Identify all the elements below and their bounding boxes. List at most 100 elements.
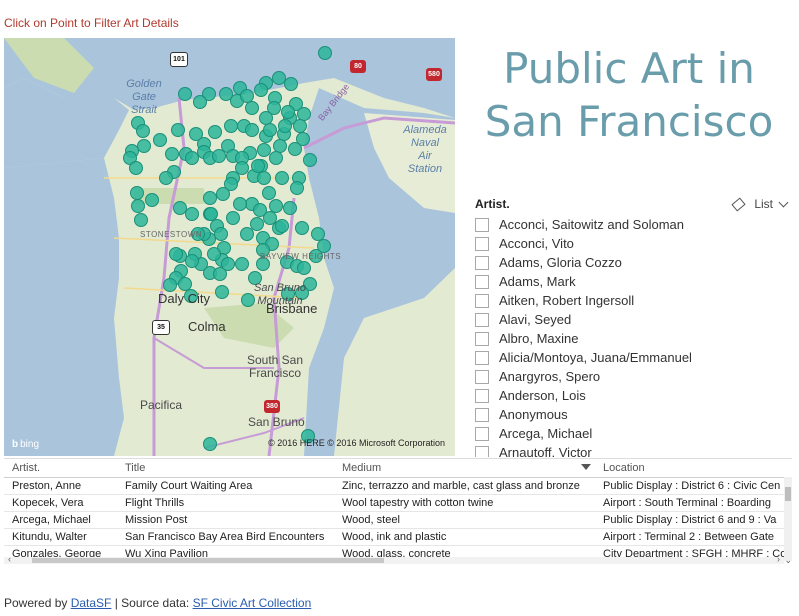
art-location-point[interactable]: [275, 219, 289, 233]
art-location-point[interactable]: [136, 124, 150, 138]
art-location-point[interactable]: [273, 139, 287, 153]
art-location-point[interactable]: [245, 101, 259, 115]
table-row[interactable]: Kopecek, Vera Flight Thrills Wool tapestry…: [4, 495, 784, 512]
art-location-point[interactable]: [284, 77, 298, 91]
art-location-point[interactable]: [173, 201, 187, 215]
art-location-point[interactable]: [295, 221, 309, 235]
art-location-point[interactable]: [171, 123, 185, 137]
art-location-point[interactable]: [212, 149, 226, 163]
slicer-item[interactable]: Arnautoff, Victor: [475, 443, 793, 457]
column-header-medium[interactable]: Medium: [334, 459, 595, 477]
art-location-point[interactable]: [235, 257, 249, 271]
horizontal-scrollbar[interactable]: ‹ ›: [4, 554, 784, 564]
art-location-point[interactable]: [224, 119, 238, 133]
art-location-point[interactable]: [134, 213, 148, 227]
art-location-point[interactable]: [290, 181, 304, 195]
checkbox[interactable]: [475, 217, 489, 232]
art-location-point[interactable]: [226, 211, 240, 225]
art-location-point[interactable]: [224, 177, 238, 191]
art-location-point[interactable]: [297, 107, 311, 121]
art-location-point[interactable]: [165, 147, 179, 161]
slicer-item[interactable]: Albro, Maxine: [475, 329, 793, 348]
table-row[interactable]: Kitundu, Walter San Francisco Bay Area Bi…: [4, 529, 784, 546]
table-row[interactable]: Arcega, Michael Mission Post Wood, steel Pu…: [4, 512, 784, 529]
slicer-item[interactable]: Acconci, Saitowitz and Soloman: [475, 215, 793, 234]
art-location-map[interactable]: 101 80 580 35 380 Golden Gate Strait Ala…: [4, 38, 455, 456]
column-header-artist[interactable]: Artist.: [4, 459, 117, 477]
table-row[interactable]: Preston, Anne Family Court Waiting Area Zi…: [4, 478, 784, 495]
slicer-item[interactable]: Anderson, Lois: [475, 386, 793, 405]
art-location-point[interactable]: [254, 83, 268, 97]
art-location-point[interactable]: [178, 87, 192, 101]
art-location-point[interactable]: [204, 207, 218, 221]
scroll-right-icon[interactable]: ›: [777, 554, 780, 564]
art-location-point[interactable]: [245, 123, 259, 137]
art-location-point[interactable]: [233, 197, 247, 211]
art-location-point[interactable]: [297, 261, 311, 275]
checkbox[interactable]: [475, 445, 489, 457]
art-location-point[interactable]: [137, 139, 151, 153]
art-location-point[interactable]: [253, 203, 267, 217]
checkbox[interactable]: [475, 388, 489, 403]
art-location-point[interactable]: [281, 105, 295, 119]
slicer-item[interactable]: Anargyros, Spero: [475, 367, 793, 386]
checkbox[interactable]: [475, 407, 489, 422]
art-location-point[interactable]: [159, 171, 173, 185]
checkbox[interactable]: [475, 331, 489, 346]
art-location-point[interactable]: [207, 247, 221, 261]
art-location-point[interactable]: [272, 71, 286, 85]
art-location-point[interactable]: [215, 285, 229, 299]
column-header-location[interactable]: Location: [595, 459, 784, 477]
checkbox[interactable]: [475, 350, 489, 365]
art-location-point[interactable]: [214, 227, 228, 241]
slicer-item[interactable]: Alicia/Montoya, Juana/Emmanuel: [475, 348, 793, 367]
art-location-point[interactable]: [278, 119, 292, 133]
slicer-item[interactable]: Arcega, Michael: [475, 424, 793, 443]
art-location-point[interactable]: [311, 227, 325, 241]
civic-art-collection-link[interactable]: SF Civic Art Collection: [193, 596, 312, 610]
art-location-point[interactable]: [269, 199, 283, 213]
art-location-point[interactable]: [131, 199, 145, 213]
art-location-point[interactable]: [235, 161, 249, 175]
art-location-point[interactable]: [221, 257, 235, 271]
art-location-point[interactable]: [257, 143, 271, 157]
art-location-point[interactable]: [251, 159, 265, 173]
vertical-scrollbar[interactable]: ⌄: [784, 477, 792, 565]
column-header-title[interactable]: Title: [117, 459, 334, 477]
art-location-point[interactable]: [263, 123, 277, 137]
art-location-point[interactable]: [259, 111, 273, 125]
art-location-point[interactable]: [185, 151, 199, 165]
art-location-point[interactable]: [250, 217, 264, 231]
art-location-point[interactable]: [240, 89, 254, 103]
art-location-point[interactable]: [178, 277, 192, 291]
slicer-item[interactable]: Adams, Mark: [475, 272, 793, 291]
checkbox[interactable]: [475, 293, 489, 308]
slicer-mode-dropdown[interactable]: List: [731, 197, 789, 211]
sort-descending-icon[interactable]: [581, 464, 591, 470]
art-location-point[interactable]: [208, 125, 222, 139]
vertical-scroll-thumb[interactable]: [785, 487, 791, 501]
art-location-point[interactable]: [257, 171, 271, 185]
slicer-item[interactable]: Acconci, Vito: [475, 234, 793, 253]
art-location-point[interactable]: [169, 247, 183, 261]
art-location-point[interactable]: [185, 254, 199, 268]
art-location-point[interactable]: [153, 133, 167, 147]
art-location-point[interactable]: [288, 142, 302, 156]
slicer-item[interactable]: Alavi, Seyed: [475, 310, 793, 329]
art-location-point[interactable]: [293, 119, 307, 133]
checkbox[interactable]: [475, 274, 489, 289]
art-location-point[interactable]: [283, 201, 297, 215]
horizontal-scroll-thumb[interactable]: [32, 558, 384, 563]
checkbox[interactable]: [475, 369, 489, 384]
art-location-point[interactable]: [275, 171, 289, 185]
art-location-point[interactable]: [303, 153, 317, 167]
checkbox[interactable]: [475, 426, 489, 441]
art-location-point[interactable]: [163, 278, 177, 292]
art-location-point[interactable]: [203, 437, 217, 451]
datasf-link[interactable]: DataSF: [71, 596, 112, 610]
art-location-point[interactable]: [130, 186, 144, 200]
art-location-point[interactable]: [240, 227, 254, 241]
art-location-point[interactable]: [262, 186, 276, 200]
checkbox[interactable]: [475, 255, 489, 270]
eraser-icon[interactable]: [731, 197, 746, 211]
